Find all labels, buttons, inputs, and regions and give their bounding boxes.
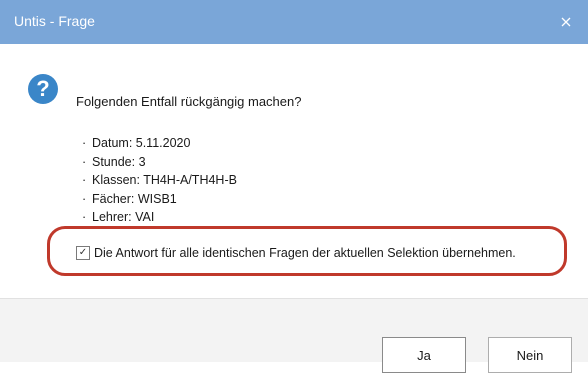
yes-button[interactable]: Ja <box>382 337 466 373</box>
apply-to-all-checkbox-row[interactable]: ✓ Die Antwort für alle identischen Frage… <box>76 246 516 260</box>
detail-item-classes: · Klassen: TH4H-A/TH4H-B <box>82 173 237 187</box>
question-icon: ? <box>28 74 58 104</box>
title-bar[interactable]: Untis - Frage <box>0 0 588 44</box>
detail-item-period: · Stunde: 3 <box>82 154 146 169</box>
detail-item-date: · Datum: 5.11.2020 <box>82 136 191 150</box>
question-dialog: Untis - Frage ? Folgenden Entfall rückgä… <box>0 0 588 373</box>
close-button[interactable] <box>544 0 588 44</box>
detail-item-teacher: · Lehrer: VAI <box>82 210 155 224</box>
close-icon <box>561 17 571 27</box>
apply-to-all-label[interactable]: Die Antwort für alle identischen Fragen … <box>94 246 516 260</box>
no-button[interactable]: Nein <box>488 337 572 373</box>
window-title: Untis - Frage <box>14 13 95 29</box>
details-list: · Datum: 5.11.2020 · Stunde: 3 · Klassen: T… <box>82 134 237 227</box>
apply-to-all-checkbox[interactable]: ✓ <box>76 246 90 260</box>
question-text: Folgenden Entfall rückgängig machen? <box>76 94 302 109</box>
detail-item-subjects: · Fächer: WISB1 <box>82 191 177 206</box>
